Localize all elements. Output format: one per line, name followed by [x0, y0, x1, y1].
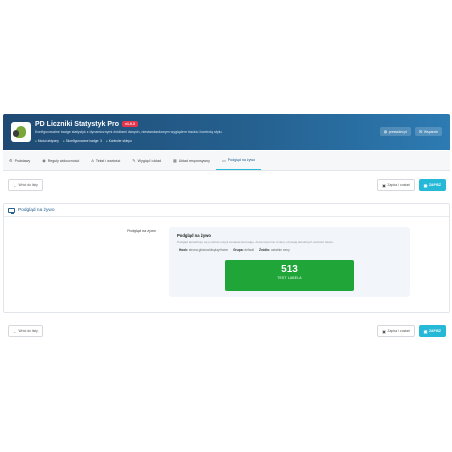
tab-label: Tekst i wartości — [95, 158, 121, 163]
support-button[interactable]: ✉ Wsparcie — [415, 127, 442, 136]
save-icon: ▣ — [382, 328, 386, 334]
eye-icon: ◉ — [42, 158, 46, 163]
tab-label: Układ responsywny — [178, 158, 210, 163]
panel-title: Podgląd na żywo — [18, 207, 55, 213]
tab-label: Reguły widoczności — [47, 158, 80, 163]
panel-header: Podgląd na żywo — [4, 204, 449, 217]
tab-live-preview[interactable]: ▭ Podgląd na żywo — [215, 151, 262, 170]
stat-active: Moduł aktywny — [35, 139, 59, 143]
meta-hook: Hook: strona główna/displayHome — [179, 248, 228, 252]
module-title: PD Liczniki Statystyk Pro v1.0.3 — [35, 121, 138, 128]
save-label: ZAPISZ — [428, 329, 441, 333]
meta-hook-value: strona główna/displayHome — [188, 248, 229, 252]
brush-icon: ✎ — [132, 158, 136, 163]
tab-text[interactable]: A Tekst i wartości — [85, 151, 126, 170]
live-preview-panel: Podgląd na żywo Podgląd na żywo Podgląd … — [3, 203, 450, 313]
module-description: Konfigurowalne badge statystyk z dynamic… — [35, 130, 223, 134]
meta-source-value: ostatnie ceny — [270, 248, 290, 252]
module-logo — [11, 122, 31, 142]
grid-icon: ▦ — [173, 158, 177, 163]
top-toolbar: ← Wróć do listy ▣ Zapisz i zostań ▣ ZAPISZ — [3, 179, 450, 193]
monitor-icon: ▭ — [221, 157, 226, 163]
back-to-list-button[interactable]: ← Wróć do listy — [8, 325, 43, 337]
back-to-list-button[interactable]: ← Wróć do listy — [8, 179, 43, 191]
save-label: ZAPISZ — [428, 183, 441, 187]
arrow-left-icon: ← — [13, 182, 17, 188]
counter-badge: 513 TEST LABELA — [225, 260, 354, 291]
meta-group-value: default — [244, 248, 254, 252]
website-button-label: prestadev.pl — [388, 130, 407, 134]
preview-title: Podgląd na żywo — [177, 233, 211, 238]
back-label: Wróć do listy — [18, 329, 38, 333]
meta-source-label: Źródło: — [259, 248, 270, 252]
gear-icon: ⚙ — [9, 158, 13, 163]
save-and-stay-button[interactable]: ▣ Zapisz i zostań — [377, 179, 415, 191]
module-title-text: PD Liczniki Statystyk Pro — [35, 121, 120, 128]
back-label: Wróć do listy — [18, 183, 38, 187]
monitor-icon — [8, 207, 15, 214]
website-button[interactable]: ◍ prestadev.pl — [379, 127, 411, 136]
counter-value: 513 — [281, 264, 298, 275]
text-icon: A — [91, 158, 94, 163]
meta-group-label: Grupa: — [233, 248, 244, 252]
counter-label: TEST LABELA — [277, 276, 302, 280]
field-label: Podgląd na żywo — [127, 229, 156, 233]
mail-icon: ✉ — [419, 129, 423, 134]
save-icon: ▣ — [423, 182, 428, 188]
save-and-stay-button[interactable]: ▣ Zapisz i zostań — [377, 325, 415, 337]
save-icon: ▣ — [423, 328, 428, 334]
support-button-label: Wsparcie — [423, 130, 438, 134]
tab-label: Podgląd na żywo — [227, 158, 256, 162]
leaf-icon — [13, 126, 26, 138]
module-stats: Moduł aktywny Skonfigurowane badge: 3 Ko… — [35, 139, 132, 143]
tab-appearance[interactable]: ✎ Wygląd i układ — [126, 151, 167, 170]
save-stay-label: Zapisz i zostań — [387, 329, 410, 333]
tab-visibility[interactable]: ◉ Reguły widoczności — [36, 151, 85, 170]
tab-responsive[interactable]: ▦ Układ responsywny — [167, 151, 216, 170]
globe-icon: ◍ — [383, 129, 388, 134]
save-button[interactable]: ▣ ZAPISZ — [418, 325, 446, 337]
save-icon: ▣ — [382, 182, 386, 188]
tab-label: Wygląd i układ — [137, 158, 161, 163]
meta-hook-label: Hook: — [179, 248, 189, 252]
tab-label: Podstawy — [14, 158, 31, 163]
preview-description: Podgląd aktualizuje się podczas edycji z… — [177, 240, 334, 244]
header-buttons: ◍ prestadev.pl ✉ Wsparcie — [379, 127, 442, 136]
meta-source: Źródło: ostatnie ceny — [259, 248, 290, 252]
stat-badges: Skonfigurowane badge: 3 — [63, 139, 102, 143]
save-stay-label: Zapisz i zostań — [387, 183, 410, 187]
tab-bar: ⚙ Podstawy ◉ Reguły widoczności A Tekst i w… — [3, 151, 450, 171]
tab-basics[interactable]: ⚙ Podstawy — [3, 151, 36, 170]
save-button[interactable]: ▣ ZAPISZ — [418, 179, 446, 191]
bottom-toolbar: ← Wróć do listy ▣ Zapisz i zostań ▣ ZAPISZ — [3, 325, 450, 339]
preview-box: Podgląd na żywo Podgląd aktualizuje się … — [169, 227, 410, 297]
arrow-left-icon: ← — [13, 328, 17, 334]
meta-group: Grupa: default — [233, 248, 254, 252]
version-badge: v1.0.3 — [122, 121, 138, 128]
preview-meta: Hook: strona główna/displayHome Grupa: d… — [179, 248, 290, 252]
stat-controller: Kontroler sklepu — [106, 139, 132, 143]
